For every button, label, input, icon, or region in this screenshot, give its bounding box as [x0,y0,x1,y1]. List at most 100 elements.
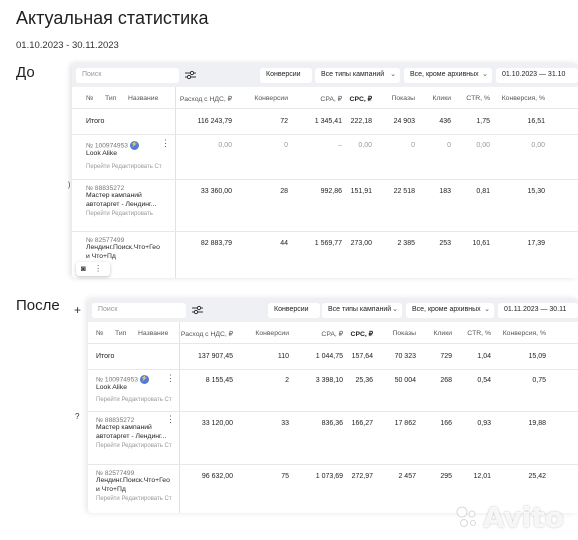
chevron-down-icon: ⌄ [484,306,490,313]
cell-ctr: 10,61 [472,240,490,247]
col-num[interactable]: № [96,330,103,337]
more-icon[interactable]: ⋮ [166,414,175,425]
campaign-name[interactable]: Мастер кампаний [86,192,156,201]
cell-cpc: 157,64 [351,353,373,360]
col-impressions[interactable]: Показы [392,95,416,102]
cell-ctr: 0,93 [477,420,491,427]
filter-icon[interactable] [185,70,196,80]
cell-spend: 33 360,00 [200,188,232,195]
page-date-range: 01.10.2023 - 30.11.2023 [16,40,119,51]
help-icon[interactable]: ? [75,412,79,421]
conversions-select[interactable]: Конверсии [260,68,312,83]
add-icon[interactable]: + [74,303,81,317]
table-row: № 82577499 Лендинг.Поиск.Что+Гео и Что+П… [72,232,578,278]
campaign-name[interactable]: Лендинг.Поиск.Что+Гео [96,477,172,486]
col-type[interactable]: Тип [105,95,116,102]
toolbar: Поиск Конверсии Все типы кампаний ⌄ Все, … [88,298,578,322]
cell-spend: 82 883,79 [200,240,232,247]
cell-conv-rate: 19,88 [528,420,546,427]
cell-conv-rate: 15,30 [527,188,545,195]
cell-conv-rate: 15,09 [528,353,546,360]
campaign-name[interactable]: Look Alike [96,384,172,393]
col-cpa[interactable]: CPA, ₽ [320,95,342,103]
col-name[interactable]: Название [138,330,168,337]
cell-conversions: 2 [285,377,289,384]
col-cpc[interactable]: CPC, ₽ [350,95,372,103]
col-num[interactable]: № [86,95,93,102]
camera-icon[interactable]: ◙ [81,264,86,273]
cell-spend: 137 907,45 [197,353,233,360]
cell-impressions: 22 518 [393,188,415,195]
col-spend[interactable]: Расход с НДС, ₽ [181,330,233,338]
table-row-total: Итого 116 243,79 72 1 345,41 222,18 24 9… [72,109,578,135]
autotarget-icon: ⚡ [139,375,149,384]
campaign-name[interactable]: Look Alike [86,150,162,159]
col-clicks[interactable]: Клики [433,95,452,102]
col-ctr[interactable]: CTR, % [467,330,491,337]
table-header: № Тип Название Расход с НДС, ₽ Конверсии… [88,322,578,344]
campaign-links[interactable]: Перейти Редактировать Ст [96,496,172,502]
col-conv-rate[interactable]: Конверсия, % [502,95,545,102]
cell-spend: 8 155,45 [205,377,233,384]
cell-spend: 33 120,00 [201,420,233,427]
campaign-links[interactable]: Перейти Редактировать Ст [96,443,172,449]
campaign-cell: № 100974953 ⚡ Look Alike Перейти Редакти… [96,375,172,403]
chevron-down-icon: ⌄ [390,71,396,78]
cell-cpc: 0,00 [358,142,372,149]
campaign-name[interactable]: Мастер кампаний [96,424,172,433]
table-row: № 88835272 Мастер кампаний автотаргет - … [72,180,578,232]
cell-cpc: 151,91 [350,188,372,195]
cell-conversions: 110 [277,353,289,360]
table-row: № 100974953 ⚡ Look Alike Перейти Редакти… [88,370,578,412]
campaign-links[interactable]: Перейти Редактировать Ст [86,164,162,170]
page-title: Актуальная статистика [16,8,209,28]
search-input[interactable]: Поиск [76,68,179,83]
cell-cpa: 1 569,77 [314,240,342,247]
more-icon[interactable]: ⋮ [94,264,102,273]
col-cpa[interactable]: CPA, ₽ [321,330,343,338]
total-label: Итого [86,118,105,125]
campaign-links[interactable]: Перейти Редактировать Ст [96,397,172,403]
cell-ctr: 1,75 [476,118,490,125]
campaign-name-cont: и Что+Пд [86,252,116,260]
campaign-name[interactable]: Лендинг.Поиск.Что+Гео [86,244,160,253]
campaign-id: № 88835272 [86,185,125,192]
cell-conversions: 44 [280,240,288,247]
campaign-types-select[interactable]: Все типы кампаний ⌄ [315,68,400,83]
period-select[interactable]: 01.11.2023 — 30.11 [498,303,578,318]
col-conv-rate[interactable]: Конверсия, % [503,330,546,337]
conversions-select[interactable]: Конверсии [268,303,320,318]
campaign-cell: № 88835272 Мастер кампаний автотаргет - … [86,185,156,217]
cell-impressions: 2 385 [397,240,415,247]
cell-clicks: 729 [440,353,452,360]
col-conversions[interactable]: Конверсии [255,330,289,337]
campaign-links[interactable]: Перейти Редактировать [86,211,156,217]
campaign-id: № 88835272 [96,417,135,424]
col-type[interactable]: Тип [115,330,126,337]
col-clicks[interactable]: Клики [434,330,453,337]
cell-cpa: 3 398,10 [315,377,343,384]
cell-cpa: 1 073,69 [315,473,343,480]
col-cpc[interactable]: CPC, ₽ [351,330,373,338]
cell-cpa: 836,36 [321,420,343,427]
campaign-cell: № 88835272 Мастер кампаний автотаргет - … [96,417,172,449]
cell-impressions: 17 862 [394,420,416,427]
campaign-cell: № 82577499 Лендинг.Поиск.Что+Гео и Что+П… [86,237,160,261]
filter-icon[interactable] [192,305,203,315]
cell-clicks: 183 [439,188,451,195]
period-select[interactable]: 01.10.2023 — 31.10 [496,68,578,83]
col-impressions[interactable]: Показы [393,330,417,337]
col-ctr[interactable]: CTR, % [466,95,490,102]
stats-table-after: Поиск Конверсии Все типы кампаний ⌄ Все, … [88,298,578,513]
archive-filter-select[interactable]: Все, кроме архивных ⌄ [404,68,492,83]
col-name[interactable]: Название [128,95,158,102]
search-input[interactable]: Поиск [92,303,186,318]
col-spend[interactable]: Расход с НДС, ₽ [180,95,232,103]
campaign-name-cont: автотаргет - Лендинг... [96,432,167,440]
campaign-types-select[interactable]: Все типы кампаний ⌄ [322,303,402,318]
more-icon[interactable]: ⋮ [166,373,175,384]
cell-conv-rate: 16,51 [527,118,545,125]
col-conversions[interactable]: Конверсии [254,95,288,102]
archive-filter-select[interactable]: Все, кроме архивных ⌄ [406,303,494,318]
more-icon[interactable]: ⋮ [161,138,170,149]
